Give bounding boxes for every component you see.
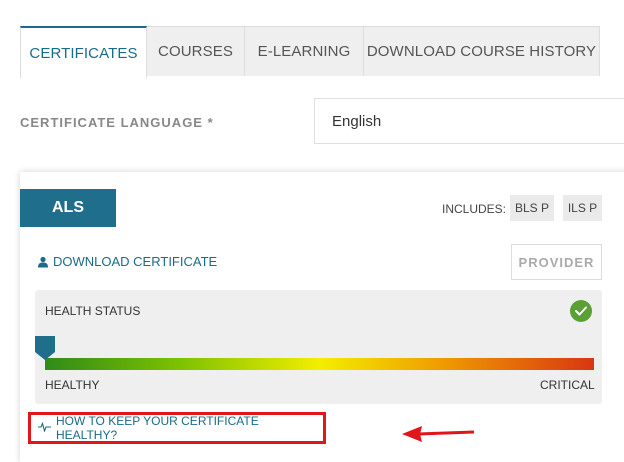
includes-label: INCLUDES: [442, 202, 507, 216]
certificate-language-select[interactable]: English [314, 98, 624, 144]
user-icon [37, 256, 49, 268]
health-status-panel: HEALTH STATUS HEALTHY CRITICAL [35, 290, 602, 404]
tab-e-learning[interactable]: E-LEARNING [245, 26, 364, 76]
tab-bar: CERTIFICATES COURSES E-LEARNING DOWNLOAD… [20, 26, 600, 78]
red-arrow-annotation [400, 423, 476, 450]
certificate-name-badge: ALS [20, 189, 116, 227]
tab-certificates[interactable]: CERTIFICATES [20, 26, 147, 78]
includes-chip: ILS P [563, 195, 602, 221]
health-status-title: HEALTH STATUS [45, 304, 141, 318]
includes-chip: BLS P [510, 195, 554, 221]
how-to-keep-healthy-link[interactable]: HOW TO KEEP YOUR CERTIFICATE HEALTHY? [28, 412, 326, 444]
pulse-icon [38, 421, 51, 435]
download-certificate-label: DOWNLOAD CERTIFICATE [53, 254, 218, 269]
critical-label: CRITICAL [540, 378, 595, 392]
health-gradient-bar [45, 358, 594, 370]
tab-download-course-history[interactable]: DOWNLOAD COURSE HISTORY [364, 26, 600, 76]
how-to-keep-healthy-label: HOW TO KEEP YOUR CERTIFICATE HEALTHY? [56, 414, 259, 442]
download-certificate-link[interactable]: DOWNLOAD CERTIFICATE [37, 254, 217, 269]
check-circle-icon [570, 300, 592, 322]
tab-courses[interactable]: COURSES [147, 26, 245, 76]
healthy-label: HEALTHY [45, 378, 100, 392]
certificate-language-label: CERTIFICATE LANGUAGE * [20, 115, 214, 130]
health-level-marker [35, 336, 55, 360]
certificate-card: ALS INCLUDES: BLS P ILS P DOWNLOAD CERTI… [20, 172, 624, 462]
provider-button[interactable]: PROVIDER [511, 244, 602, 280]
